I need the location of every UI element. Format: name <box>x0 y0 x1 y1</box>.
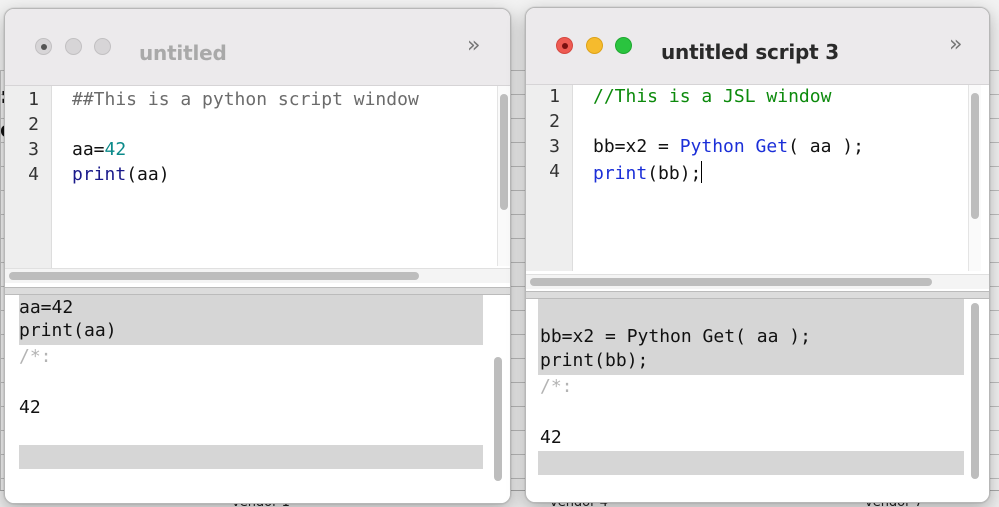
editor-vertical-scrollbar[interactable] <box>968 85 981 271</box>
window-title: untitled script 3 <box>661 40 839 64</box>
zoom-button[interactable] <box>615 37 632 54</box>
scroll-thumb[interactable] <box>971 303 979 479</box>
code-line: print(aa) <box>72 164 170 185</box>
log-line: bb=x2 = Python Get( aa ); <box>540 326 811 347</box>
line-number: 3 <box>28 139 39 160</box>
code-comment: ##This is a python script window <box>72 89 419 110</box>
overflow-chevron-icon[interactable]: » <box>467 33 480 58</box>
log-output[interactable]: bb=x2 = Python Get( aa ); print(bb); /*:… <box>526 299 989 502</box>
close-button[interactable] <box>556 37 573 54</box>
line-number: 4 <box>28 164 39 185</box>
window-titlebar[interactable]: untitled script 3 » <box>526 8 989 85</box>
line-number: 3 <box>549 136 560 157</box>
overflow-chevron-icon[interactable]: » <box>949 32 962 57</box>
log-vertical-scrollbar[interactable] <box>492 357 504 481</box>
editor-horizontal-scrollbar[interactable] <box>5 268 510 283</box>
script-editor[interactable]: 1 2 3 4 //This is a JSL window bb=x2 = P… <box>526 85 989 271</box>
scroll-thumb[interactable] <box>971 93 979 219</box>
script-editor[interactable]: 1 2 3 4 ##This is a python script window… <box>5 86 510 276</box>
editor-vertical-scrollbar[interactable] <box>497 86 510 266</box>
editor-horizontal-scrollbar[interactable] <box>526 274 989 289</box>
pane-splitter[interactable] <box>526 291 989 299</box>
line-number-gutter: 1 2 3 4 <box>5 86 52 276</box>
line-number: 4 <box>549 161 560 182</box>
code-line: print(bb); <box>593 161 703 184</box>
log-highlight <box>538 451 964 475</box>
log-line: 42 <box>19 397 41 418</box>
minimize-button[interactable] <box>65 38 82 55</box>
pane-splitter[interactable] <box>5 287 510 295</box>
zoom-button[interactable] <box>94 38 111 55</box>
line-number-gutter: 1 2 3 4 <box>526 85 573 271</box>
log-line: print(aa) <box>19 320 117 341</box>
line-number: 1 <box>28 89 39 110</box>
jsl-script-window[interactable]: untitled script 3 » 1 2 3 4 //This is a … <box>525 7 990 503</box>
log-line: 42 <box>540 427 562 448</box>
line-number: 1 <box>549 86 560 107</box>
close-button[interactable] <box>35 38 52 55</box>
scroll-thumb[interactable] <box>494 357 502 481</box>
window-titlebar[interactable]: untitled » <box>5 9 510 86</box>
log-comment: /*: <box>19 346 52 367</box>
log-comment: /*: <box>540 376 573 397</box>
scroll-thumb[interactable] <box>500 94 508 210</box>
window-title: untitled <box>139 41 227 65</box>
scroll-thumb[interactable] <box>530 278 932 286</box>
log-vertical-scrollbar[interactable] <box>969 303 981 479</box>
log-highlight <box>19 445 483 469</box>
log-line: aa=42 <box>19 297 74 318</box>
code-line: aa=42 <box>72 139 127 160</box>
minimize-button[interactable] <box>586 37 603 54</box>
text-cursor <box>701 161 703 183</box>
line-number: 2 <box>549 111 560 132</box>
code-comment: //This is a JSL window <box>593 86 832 107</box>
scroll-thumb[interactable] <box>9 272 419 280</box>
log-line: print(bb); <box>540 350 649 371</box>
code-line: bb=x2 = Python Get( aa ); <box>593 136 864 157</box>
python-script-window[interactable]: untitled » 1 2 3 4 ##This is a python sc… <box>4 8 511 504</box>
line-number: 2 <box>28 114 39 135</box>
log-output[interactable]: aa=42 print(aa) /*: 42 <box>5 295 510 503</box>
